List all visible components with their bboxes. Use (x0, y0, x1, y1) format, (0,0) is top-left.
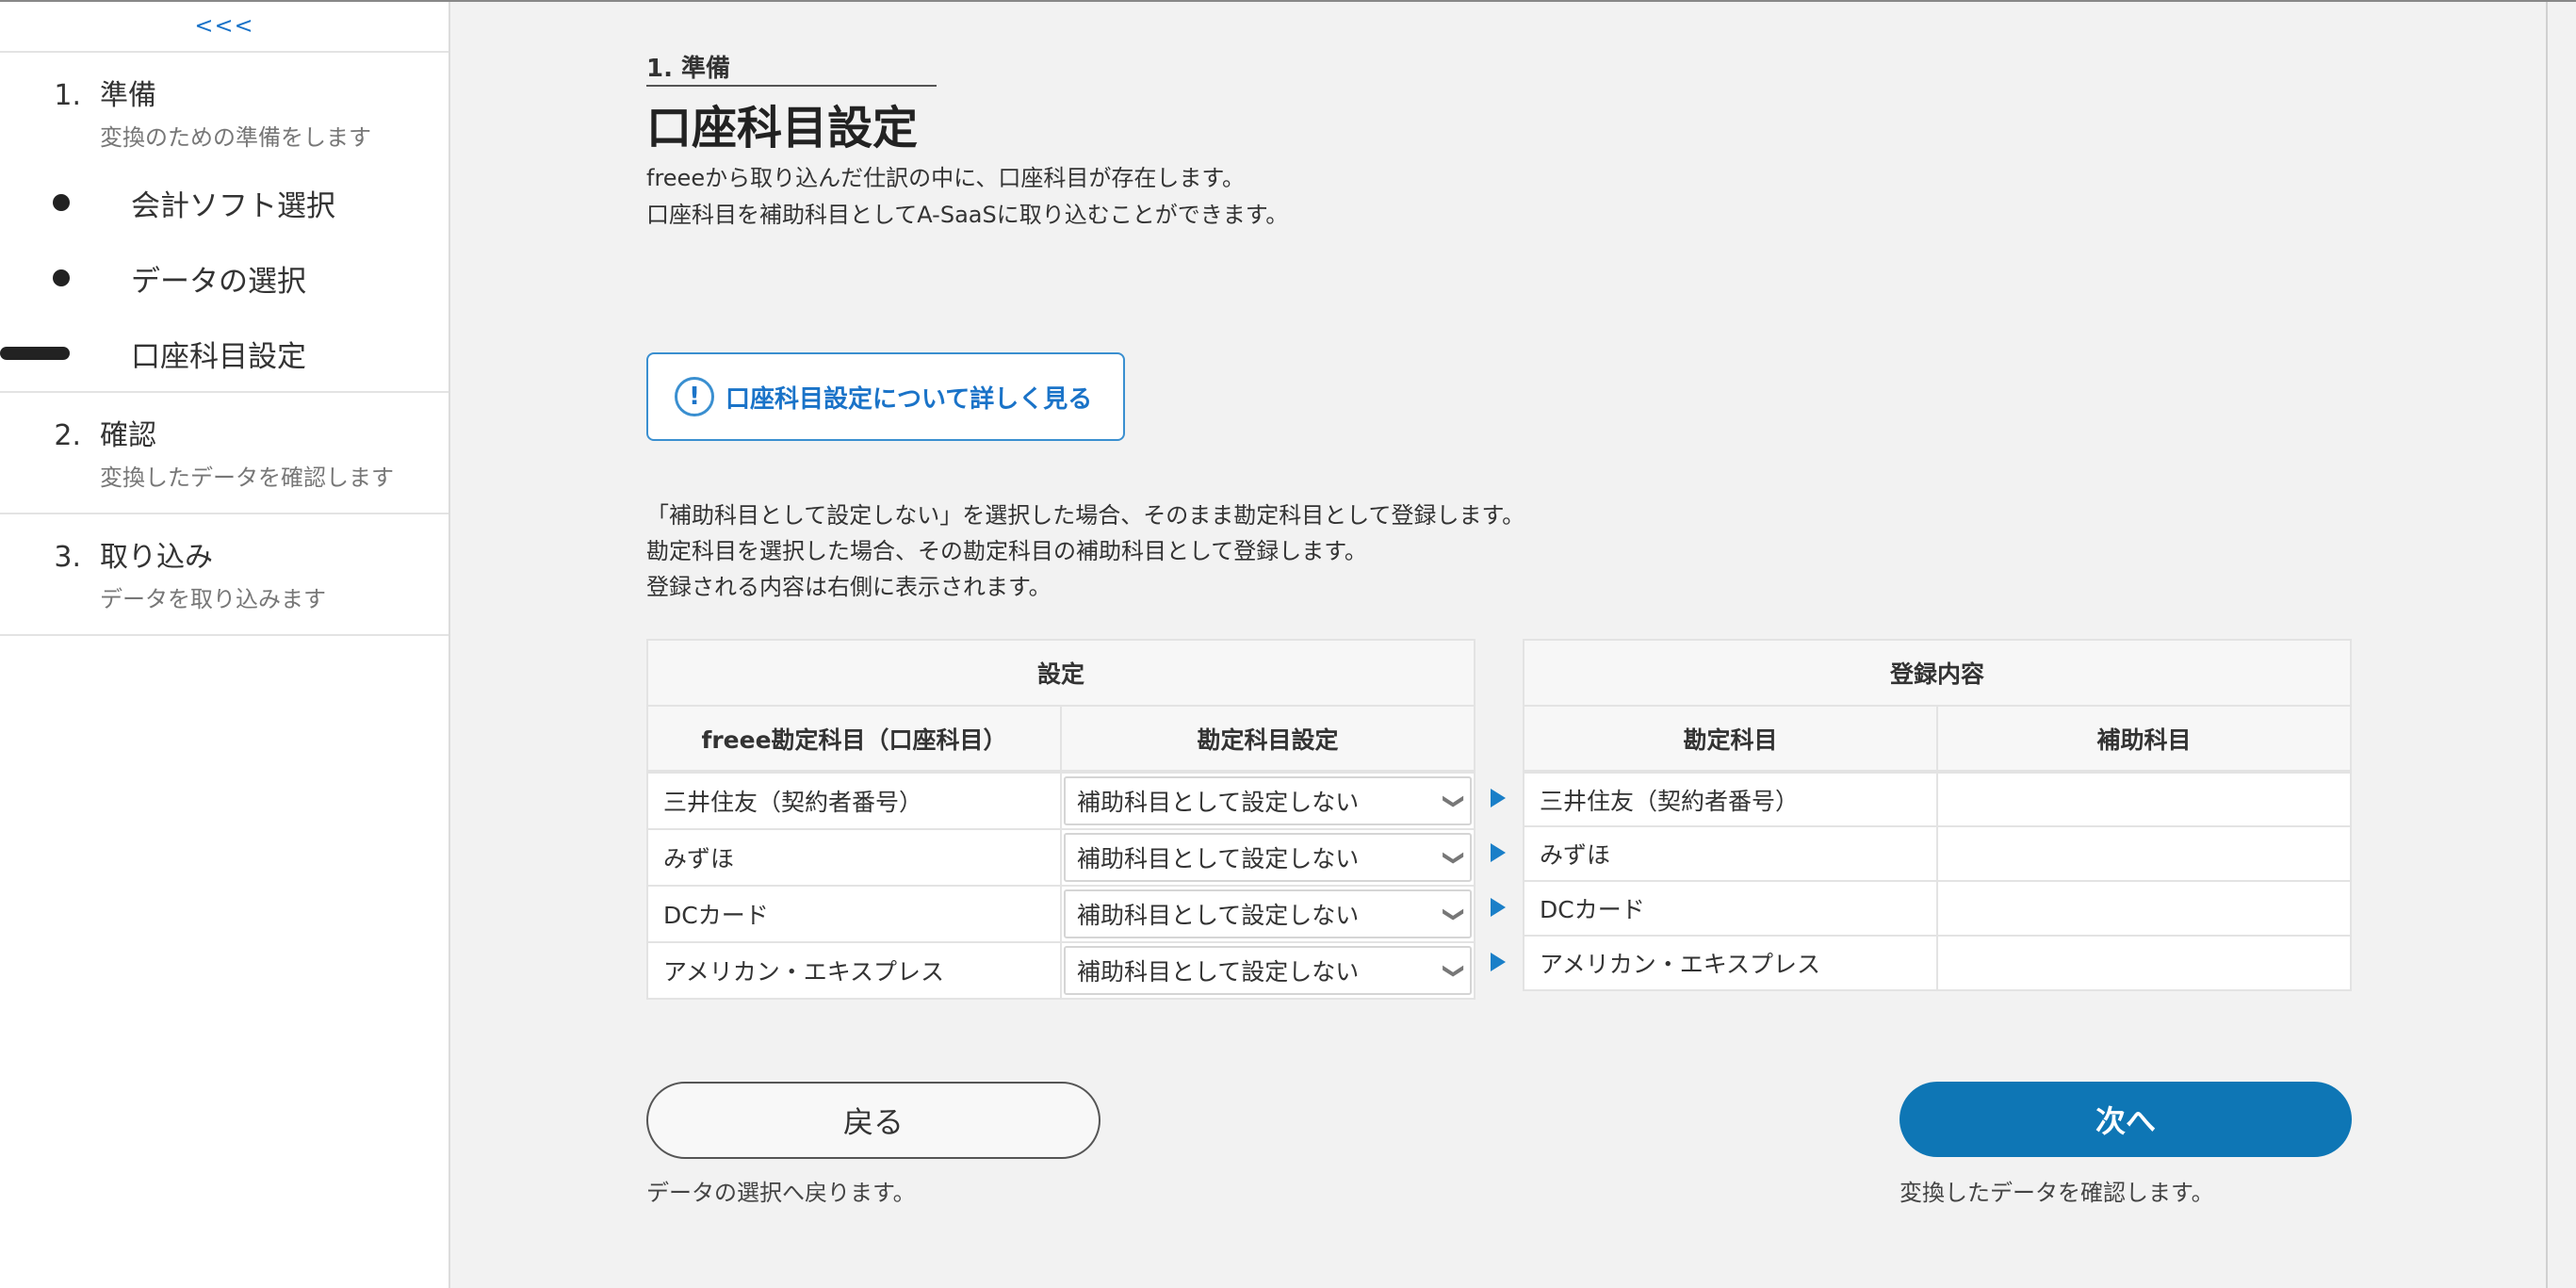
step-3[interactable]: 3. 取り込み データを取り込みます (0, 514, 448, 636)
arrow-right-icon (1491, 789, 1506, 807)
arrow-right-icon (1491, 843, 1506, 862)
account-cell: DCカード (646, 885, 1062, 943)
step-1: 1. 準備 変換のための準備をします 会計ソフト選択 データの選択 口座科目設定 (0, 53, 448, 393)
result-sub-cell (1936, 825, 2352, 882)
select-value: 補助科目として設定しない (1077, 845, 1360, 872)
result-sub-cell (1936, 771, 2352, 827)
table-row: DCカード 補助科目として設定しない ❯ (646, 885, 1475, 943)
description-text: 「補助科目として設定しない」を選択した場合、そのまま勘定科目として登録します。 … (646, 497, 1524, 605)
table-row: みずほ (1522, 825, 2352, 882)
page-title: 口座科目設定 (646, 102, 919, 155)
arrow-right-icon (1491, 898, 1506, 917)
select-value: 補助科目として設定しない (1077, 902, 1360, 929)
intro-line: 口座科目を補助科目としてA-SaaSに取り込むことができます。 (646, 202, 1289, 228)
result-account-cell: 三井住友（契約者番号） (1522, 771, 1939, 827)
step-2[interactable]: 2. 確認 変換したデータを確認します (0, 393, 448, 514)
chevron-down-icon: ❯ (1442, 791, 1466, 810)
table-row: みずほ 補助科目として設定しない ❯ (646, 828, 1475, 887)
vertical-scrollbar[interactable] (2544, 0, 2576, 1288)
step-2-subtitle: 変換したデータを確認します (100, 465, 394, 491)
next-button[interactable]: 次へ (1899, 1082, 2352, 1157)
help-link-label: 口座科目設定について詳しく見る (726, 384, 1093, 414)
step-3-subtitle: データを取り込みます (100, 586, 326, 612)
exclamation-icon: ! (675, 377, 714, 416)
result-account-cell: みずほ (1522, 825, 1939, 882)
chevron-down-icon: ❯ (1442, 905, 1466, 923)
intro-text: freeeから取り込んだ仕訳の中に、口座科目が存在します。 口座科目を補助科目と… (646, 160, 1288, 234)
step-3-number: 3. (54, 541, 81, 574)
step-3-title: 取り込み (100, 541, 213, 574)
next-button-note: 変換したデータを確認します。 (1899, 1180, 2214, 1206)
table-group-header: 登録内容 (1523, 639, 2352, 707)
completed-dot-icon (53, 194, 70, 211)
settings-table: 設定 freee勘定科目（口座科目） 勘定科目設定 三井住友（契約者番号） 補助… (646, 639, 1475, 1000)
column-header: 補助科目 (1936, 705, 2352, 774)
step-1-number: 1. (54, 79, 81, 112)
result-account-cell: DCカード (1522, 880, 1939, 937)
account-cell: みずほ (646, 828, 1062, 887)
arrow-right-icon (1491, 953, 1506, 971)
step-2-title: 確認 (100, 419, 156, 452)
back-button-note: データの選択へ戻ります。 (646, 1180, 916, 1206)
account-setting-select[interactable]: 補助科目として設定しない ❯ (1064, 946, 1472, 995)
step-2-number: 2. (54, 419, 81, 452)
table-row: 三井住友（契約者番号） (1522, 771, 2352, 827)
column-header: 勘定科目 (1522, 705, 1939, 774)
sidebar-item-label: 会計ソフト選択 (131, 188, 335, 223)
account-setting-select[interactable]: 補助科目として設定しない ❯ (1064, 833, 1472, 882)
current-step-indicator-icon (0, 347, 70, 360)
back-button[interactable]: 戻る (646, 1082, 1101, 1159)
result-account-cell: アメリカン・エキスプレス (1522, 935, 1939, 991)
table-row: アメリカン・エキスプレス (1522, 935, 2352, 991)
table-row: DCカード (1522, 880, 2352, 937)
step-1-header[interactable]: 1. 準備 (0, 72, 448, 113)
sidebar-item-label: データの選択 (131, 264, 306, 299)
select-value: 補助科目として設定しない (1077, 958, 1360, 986)
collapse-sidebar-button[interactable]: <<< (0, 0, 448, 53)
chevron-down-icon: ❯ (1442, 848, 1466, 867)
description-line: 勘定科目を選択した場合、その勘定科目の補助科目として登録します。 (646, 538, 1367, 564)
sidebar-item-label: 口座科目設定 (131, 339, 306, 374)
description-line: 登録される内容は右側に表示されます。 (646, 574, 1052, 600)
result-sub-cell (1936, 880, 2352, 937)
account-setting-select[interactable]: 補助科目として設定しない ❯ (1064, 776, 1472, 825)
account-cell: 三井住友（契約者番号） (646, 771, 1062, 830)
window-top-border (0, 0, 2576, 2)
description-line: 「補助科目として設定しない」を選択した場合、そのまま勘定科目として登録します。 (646, 502, 1525, 529)
sidebar-item-data-select[interactable]: データの選択 (0, 240, 448, 316)
result-table: 登録内容 勘定科目 補助科目 三井住友（契約者番号） みずほ DCカード アメリ… (1522, 639, 2352, 991)
account-setting-select[interactable]: 補助科目として設定しない ❯ (1064, 889, 1472, 938)
step-1-title: 準備 (100, 79, 156, 112)
column-header: 勘定科目設定 (1060, 705, 1475, 774)
select-value: 補助科目として設定しない (1077, 789, 1360, 816)
table-row: アメリカン・エキスプレス 補助科目として設定しない ❯ (646, 941, 1475, 1000)
sidebar-item-software-select[interactable]: 会計ソフト選択 (0, 165, 448, 240)
result-sub-cell (1936, 935, 2352, 991)
table-group-header: 設定 (646, 639, 1475, 707)
table-row: 三井住友（契約者番号） 補助科目として設定しない ❯ (646, 771, 1475, 830)
intro-line: freeeから取り込んだ仕訳の中に、口座科目が存在します。 (646, 165, 1245, 191)
sidebar: <<< 1. 準備 変換のための準備をします 会計ソフト選択 データの選択 口座… (0, 0, 450, 1288)
step-1-subtitle: 変換のための準備をします (100, 124, 371, 151)
breadcrumb-underline (646, 85, 937, 87)
breadcrumb: 1. 準備 (646, 55, 731, 83)
column-header: freee勘定科目（口座科目） (646, 705, 1062, 774)
account-cell: アメリカン・エキスプレス (646, 941, 1062, 1000)
help-link-button[interactable]: ! 口座科目設定について詳しく見る (646, 352, 1125, 441)
chevron-down-icon: ❯ (1442, 961, 1466, 980)
sidebar-item-account-settings[interactable]: 口座科目設定 (0, 316, 448, 391)
completed-dot-icon (53, 269, 70, 286)
